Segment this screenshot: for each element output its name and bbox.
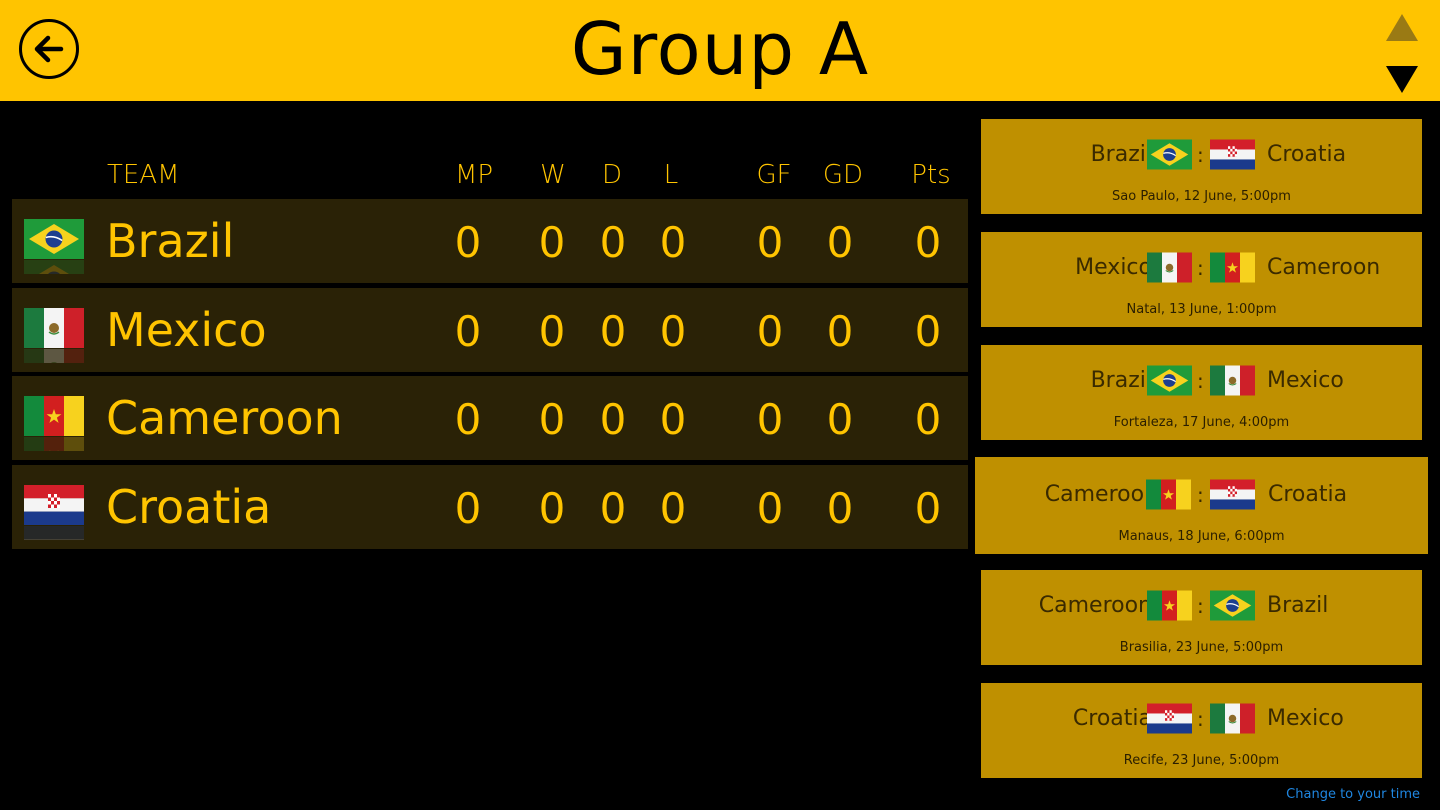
- stat-pts: 0: [914, 218, 942, 267]
- away-team: Cameroon: [1267, 255, 1381, 280]
- table-row[interactable]: Croatia 0 0 0 0 0 0 0: [12, 465, 968, 549]
- team-name: Cameroon: [106, 391, 343, 445]
- team-name: Brazil: [106, 214, 235, 268]
- brazil-flag-icon: [1147, 365, 1192, 396]
- home-team: Brazil: [1090, 142, 1152, 167]
- standings-header: TEAM MP W D L GF GD Pts: [0, 155, 970, 195]
- brazil-flag-icon: [1147, 139, 1192, 170]
- header-bar: Group A: [0, 0, 1440, 101]
- stat-l: 0: [659, 395, 687, 444]
- croatia-flag-icon: [1210, 139, 1255, 170]
- away-team: Croatia: [1267, 142, 1347, 167]
- home-team: Croatia: [1072, 706, 1152, 731]
- stat-mp: 0: [454, 307, 482, 356]
- score-separator: :: [1197, 256, 1204, 280]
- stat-gf: 0: [756, 484, 784, 533]
- stat-d: 0: [599, 307, 627, 356]
- cameroon-flag-icon: [23, 396, 85, 436]
- stat-mp: 0: [454, 395, 482, 444]
- col-gf: GF: [756, 160, 792, 190]
- team-name: Mexico: [106, 303, 267, 357]
- away-team: Croatia: [1268, 482, 1348, 507]
- mexico-flag-icon: [1210, 703, 1255, 734]
- change-time-link[interactable]: Change to your time: [1286, 786, 1420, 804]
- score-separator: :: [1197, 594, 1204, 618]
- col-team: TEAM: [107, 160, 180, 190]
- stat-w: 0: [538, 484, 566, 533]
- match-venue-time: Brasilia, 23 June, 5:00pm: [1119, 640, 1284, 655]
- stat-pts: 0: [914, 307, 942, 356]
- mexico-flag-icon: [1147, 252, 1192, 283]
- stat-gd: 0: [826, 307, 854, 356]
- stat-gd: 0: [826, 484, 854, 533]
- stat-w: 0: [538, 395, 566, 444]
- stat-gf: 0: [756, 395, 784, 444]
- match-card[interactable]: Brazil : Mexico Fortaleza, 17 June, 4:00…: [981, 345, 1422, 440]
- score-separator: :: [1197, 707, 1204, 731]
- table-row[interactable]: Mexico 0 0 0 0 0 0 0: [12, 288, 968, 372]
- stat-pts: 0: [914, 484, 942, 533]
- home-team: Mexico: [1075, 255, 1152, 280]
- page-title: Group A: [570, 7, 870, 91]
- table-row[interactable]: Cameroon 0 0 0 0 0 0 0: [12, 376, 968, 460]
- match-card[interactable]: Mexico : Cameroon Natal, 13 June, 1:00pm: [981, 232, 1422, 327]
- cameroon-flag-icon: [1147, 590, 1192, 621]
- stat-d: 0: [599, 395, 627, 444]
- brazil-flag-icon: [1210, 590, 1255, 621]
- match-venue-time: Fortaleza, 17 June, 4:00pm: [1113, 415, 1290, 430]
- stat-gd: 0: [826, 395, 854, 444]
- stat-l: 0: [659, 307, 687, 356]
- team-name: Croatia: [106, 480, 272, 534]
- stat-d: 0: [599, 218, 627, 267]
- stat-mp: 0: [454, 484, 482, 533]
- scroll-up-triangle-icon[interactable]: [1386, 14, 1418, 41]
- brazil-flag-icon: [23, 219, 85, 259]
- croatia-flag-icon: [23, 485, 85, 525]
- stat-l: 0: [659, 218, 687, 267]
- stat-l: 0: [659, 484, 687, 533]
- col-w: W: [540, 160, 566, 190]
- croatia-flag-icon: [1210, 479, 1255, 510]
- match-card[interactable]: Cameroon : Croatia Manaus, 18 June, 6:00…: [975, 457, 1428, 554]
- col-d: D: [601, 160, 623, 190]
- away-team: Mexico: [1267, 706, 1344, 731]
- stat-w: 0: [538, 218, 566, 267]
- score-separator: :: [1197, 483, 1204, 507]
- home-team: Cameroon: [1044, 482, 1158, 507]
- stat-gf: 0: [756, 307, 784, 356]
- match-venue-time: Natal, 13 June, 1:00pm: [1126, 302, 1277, 317]
- match-venue-time: Recife, 23 June, 5:00pm: [1123, 753, 1280, 768]
- col-gd: GD: [822, 160, 864, 190]
- col-mp: MP: [454, 160, 494, 190]
- croatia-flag-icon: [1147, 703, 1192, 734]
- scroll-down-triangle-icon[interactable]: [1386, 66, 1418, 93]
- away-team: Brazil: [1267, 593, 1329, 618]
- stat-mp: 0: [454, 218, 482, 267]
- stat-gf: 0: [756, 218, 784, 267]
- mexico-flag-icon: [23, 308, 85, 348]
- col-l: L: [663, 160, 679, 190]
- match-card[interactable]: Brazil : Croatia Sao Paulo, 12 June, 5:0…: [981, 119, 1422, 214]
- stat-d: 0: [599, 484, 627, 533]
- table-row[interactable]: Brazil 0 0 0 0 0 0 0: [12, 199, 968, 283]
- mexico-flag-icon: [1210, 365, 1255, 396]
- score-separator: :: [1197, 143, 1204, 167]
- cameroon-flag-icon: [1146, 479, 1191, 510]
- score-separator: :: [1197, 369, 1204, 393]
- match-venue-time: Manaus, 18 June, 6:00pm: [1118, 529, 1285, 544]
- stat-gd: 0: [826, 218, 854, 267]
- home-team: Brazil: [1090, 368, 1152, 393]
- stat-pts: 0: [914, 395, 942, 444]
- away-team: Mexico: [1267, 368, 1344, 393]
- col-pts: Pts: [911, 160, 951, 190]
- stat-w: 0: [538, 307, 566, 356]
- cameroon-flag-icon: [1210, 252, 1255, 283]
- home-team: Cameroon: [1038, 593, 1152, 618]
- match-card[interactable]: Croatia : Mexico Recife, 23 June, 5:00pm: [981, 683, 1422, 778]
- match-venue-time: Sao Paulo, 12 June, 5:00pm: [1112, 189, 1291, 204]
- match-card[interactable]: Cameroon : Brazil Brasilia, 23 June, 5:0…: [981, 570, 1422, 665]
